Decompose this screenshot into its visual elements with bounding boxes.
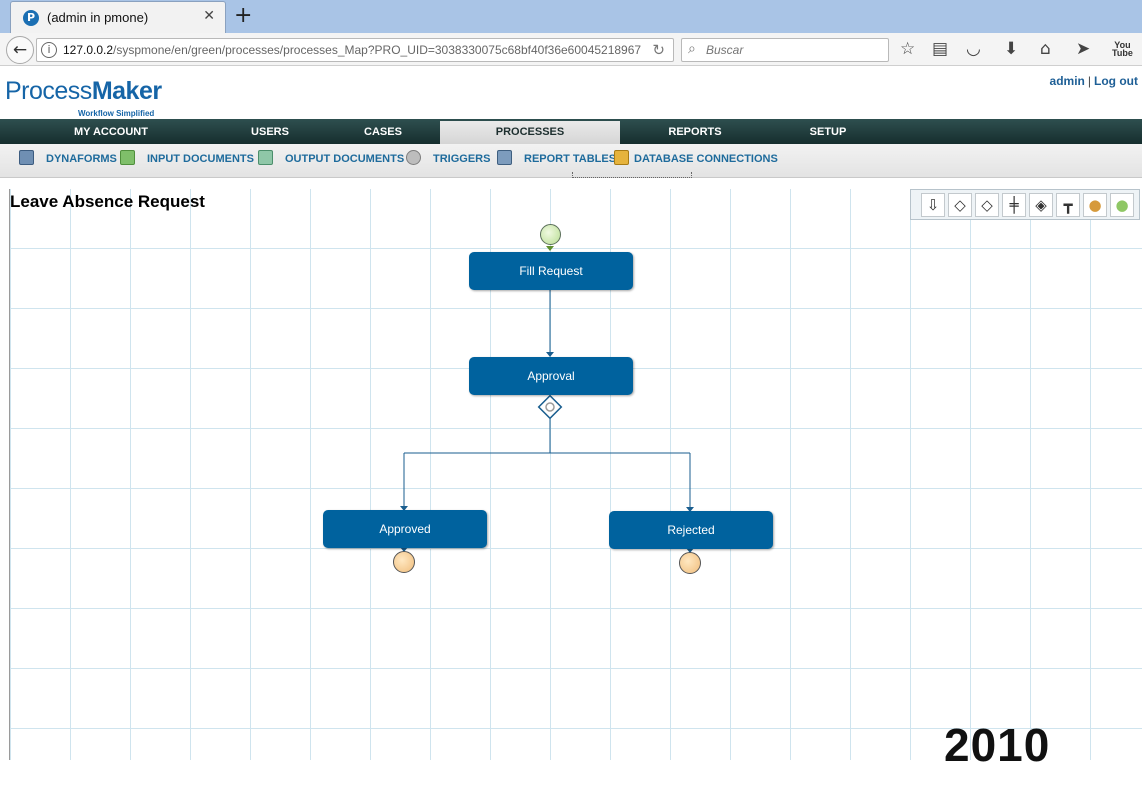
task-rejected[interactable]: Rejected [609,511,773,549]
end-event-rejected-icon[interactable] [679,552,701,574]
task-fill-request[interactable]: Fill Request [469,252,633,290]
selection-icon[interactable]: ◇ [948,193,972,217]
task-approval[interactable]: Approval [469,357,633,395]
parallel-evaluation-icon[interactable]: ◈ [1029,193,1053,217]
task-approved[interactable]: Approved [323,510,487,548]
end-of-process-icon[interactable]: ┳ [1056,193,1080,217]
shape-toolbar: ⇩ ◇ ◇ ╪ ◈ ┳ ● ● [910,189,1140,220]
start-event-icon[interactable]: ● [1110,193,1134,217]
evaluation-icon[interactable]: ◇ [975,193,999,217]
year-watermark: 2010 [944,719,1051,771]
parallel-icon[interactable]: ╪ [1002,193,1026,217]
exclusive-gateway-icon [537,394,563,420]
start-event-icon[interactable] [540,224,561,245]
arrowhead-start [546,246,554,251]
end-event-icon[interactable]: ● [1083,193,1107,217]
end-event-approved-icon[interactable] [393,551,415,573]
connector-lines [400,246,694,553]
sequential-icon[interactable]: ⇩ [921,193,945,217]
